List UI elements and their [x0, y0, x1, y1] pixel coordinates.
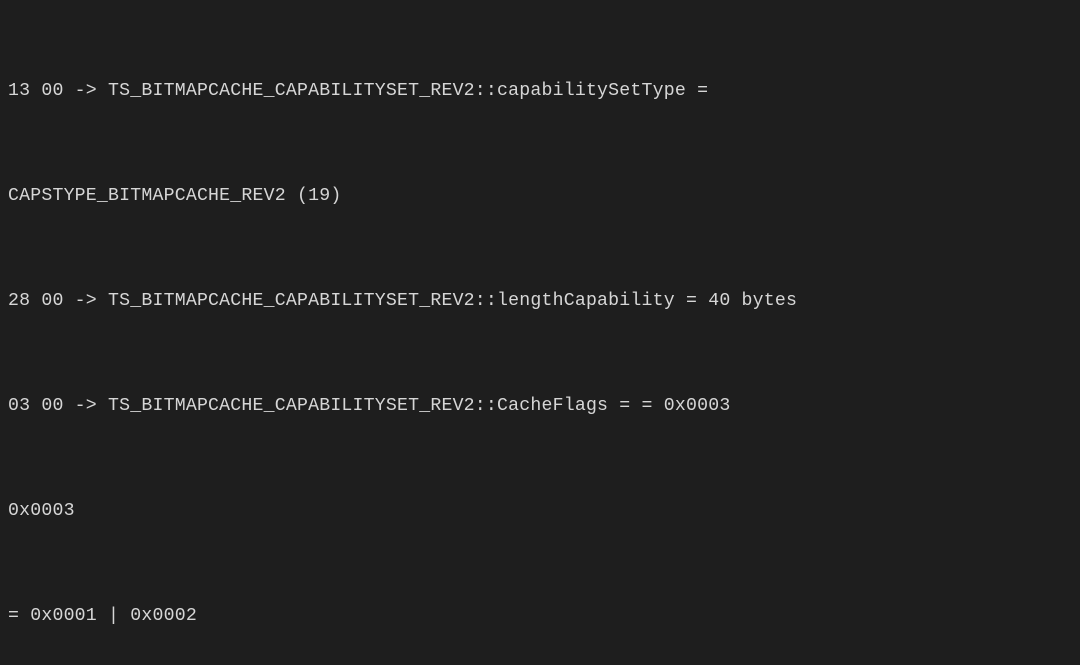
line-text: 13 00 -> TS_BITMAPCACHE_CAPABILITYSET_RE…: [8, 81, 708, 101]
output-line: 03 00 -> TS_BITMAPCACHE_CAPABILITYSET_RE…: [8, 389, 1072, 424]
output-line: CAPSTYPE_BITMAPCACHE_REV2 (19): [8, 179, 1072, 214]
output-line: 13 00 -> TS_BITMAPCACHE_CAPABILITYSET_RE…: [8, 74, 1072, 109]
terminal-output: 13 00 -> TS_BITMAPCACHE_CAPABILITYSET_RE…: [0, 0, 1080, 665]
line-text: 03 00 -> TS_BITMAPCACHE_CAPABILITYSET_RE…: [8, 396, 730, 416]
line-text: CAPSTYPE_BITMAPCACHE_REV2 (19): [8, 186, 341, 206]
output-line: 28 00 -> TS_BITMAPCACHE_CAPABILITYSET_RE…: [8, 284, 1072, 319]
output-line: 0x0003: [8, 494, 1072, 529]
line-text: 28 00 -> TS_BITMAPCACHE_CAPABILITYSET_RE…: [8, 291, 797, 311]
line-text: = 0x0001 | 0x0002: [8, 606, 197, 626]
output-line: = 0x0001 | 0x0002: [8, 599, 1072, 634]
line-text: 0x0003: [8, 501, 75, 521]
